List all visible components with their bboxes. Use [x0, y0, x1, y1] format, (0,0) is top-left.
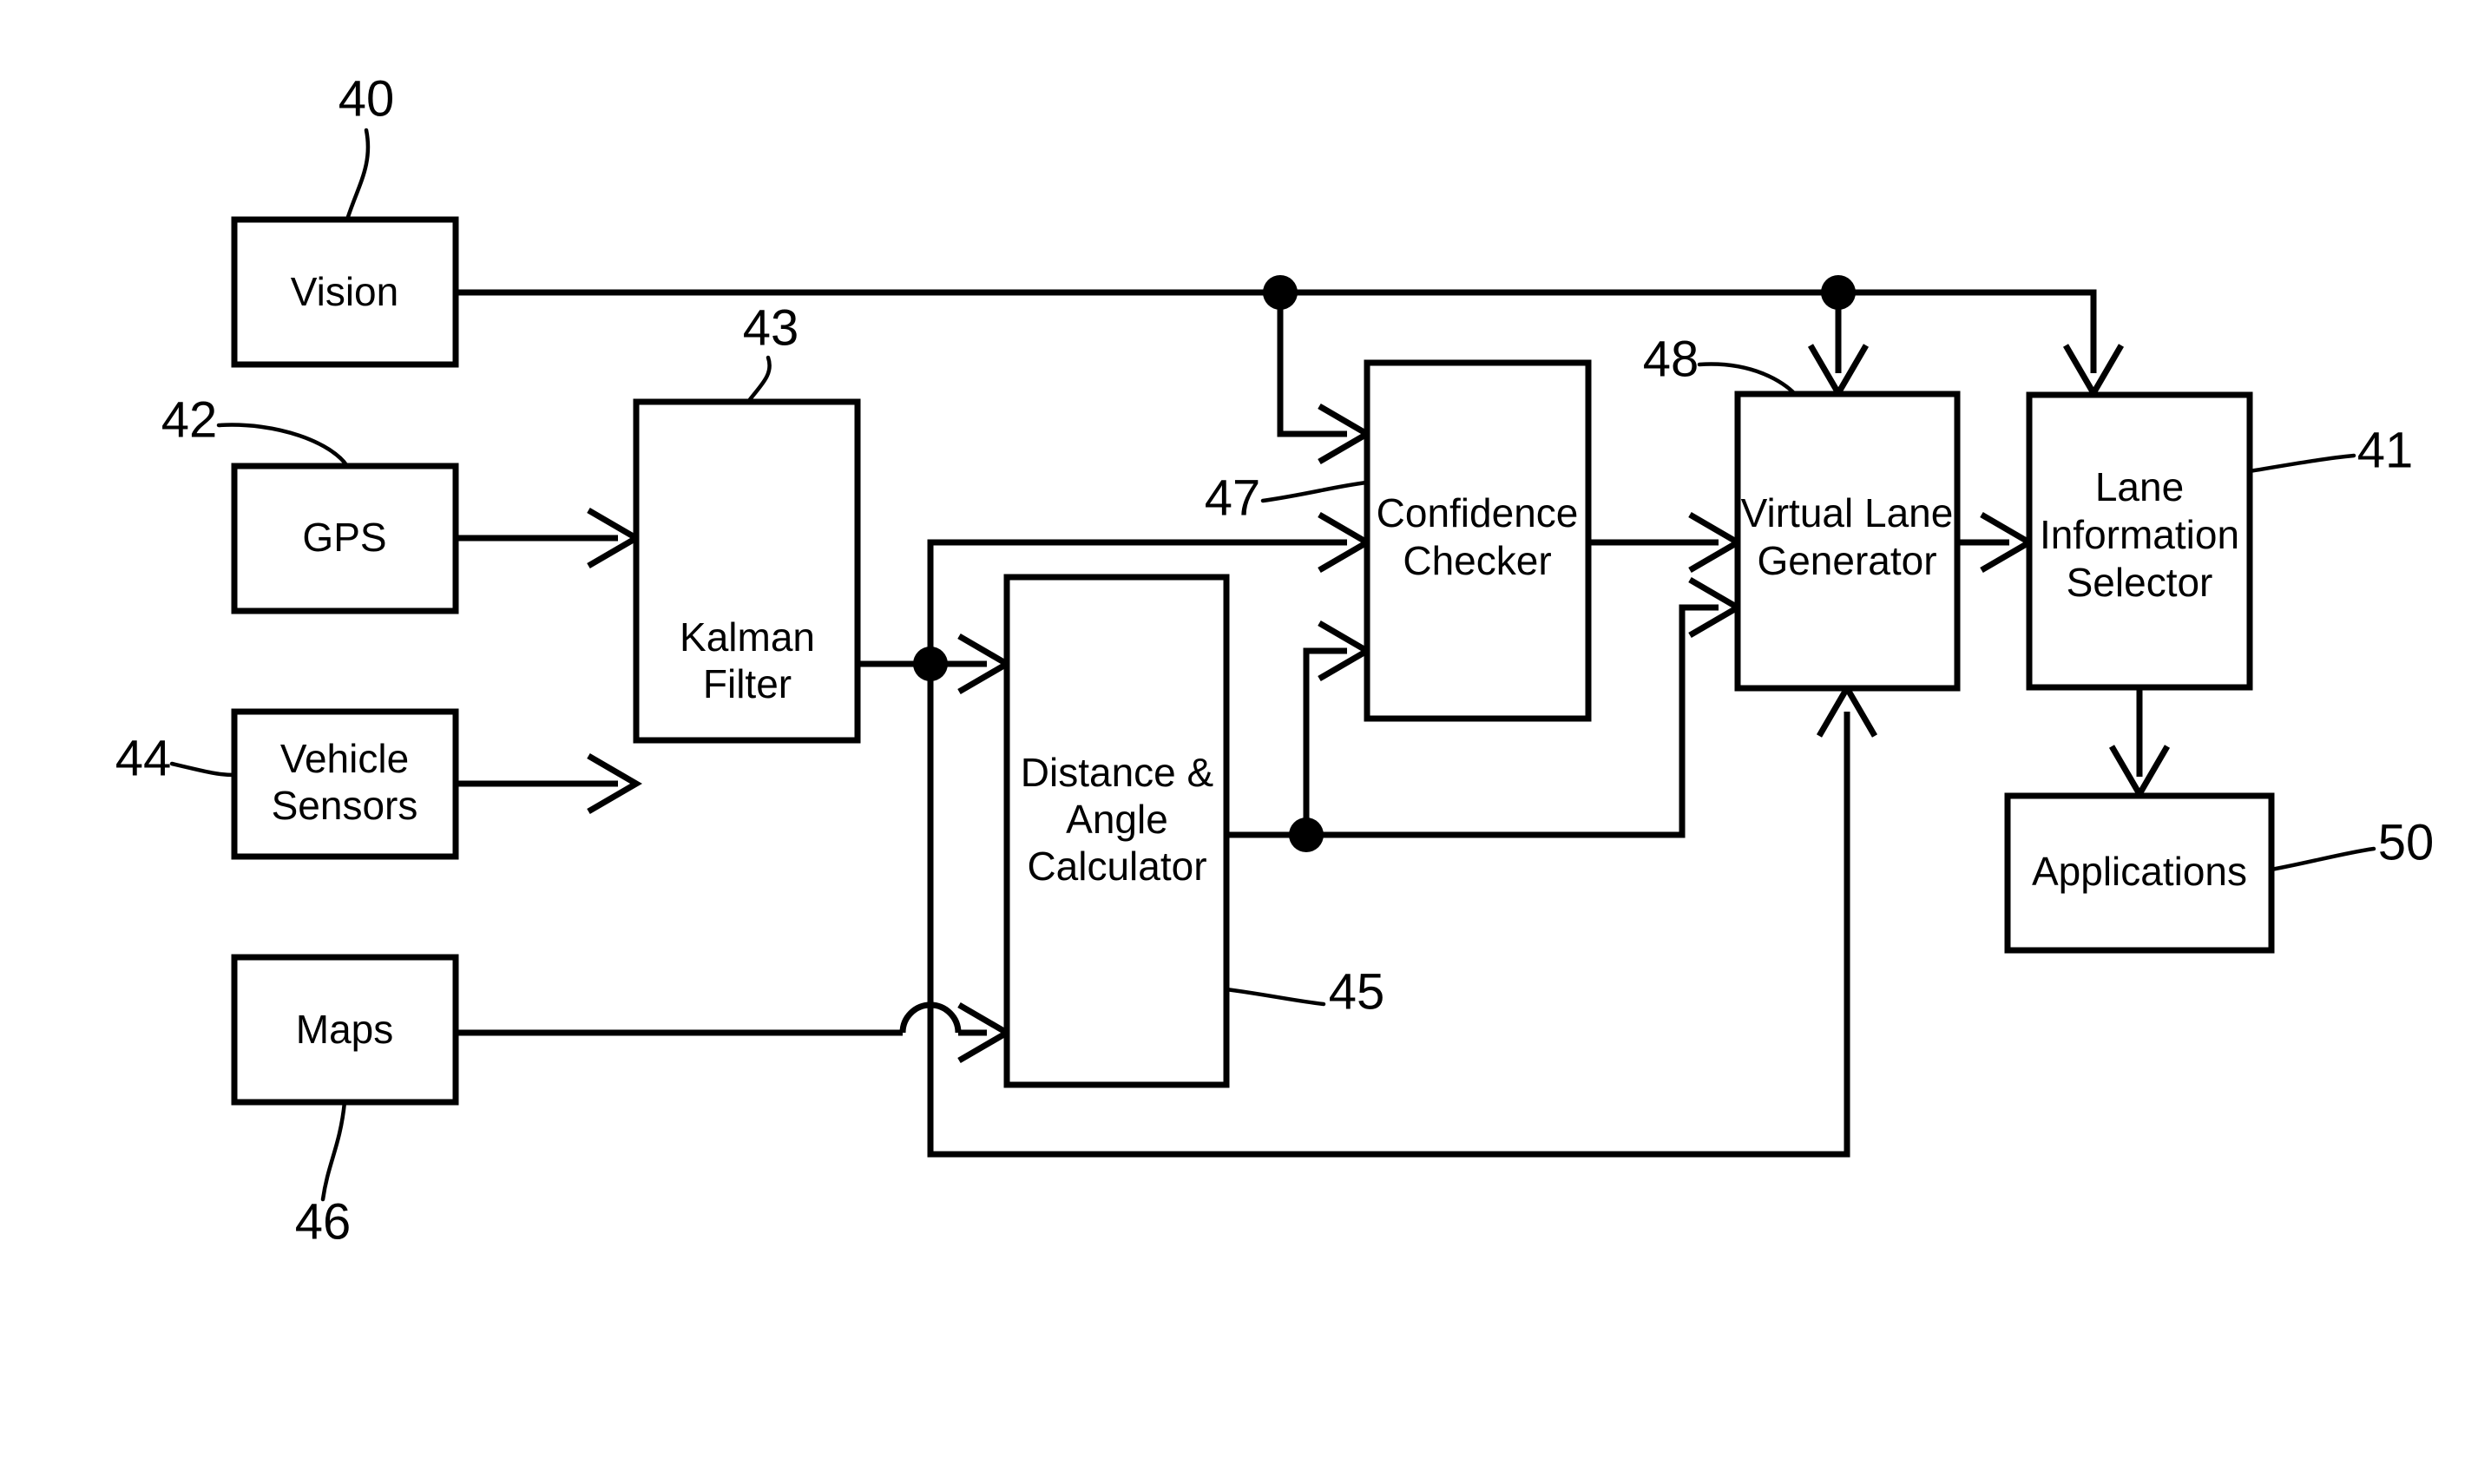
block-distance-angle-label-line2: Angle — [1066, 797, 1168, 842]
block-kalman-filter-label-line1: Kalman — [680, 614, 815, 660]
leader-line-44 — [169, 761, 237, 778]
leader-line-40 — [345, 128, 371, 222]
block-confidence-checker-label-line2: Checker — [1403, 538, 1551, 583]
ref-numeral-40: 40 — [338, 70, 395, 127]
block-vision-label: Vision — [291, 269, 398, 314]
leader-line-47 — [1260, 480, 1370, 503]
ref-numeral-44: 44 — [115, 730, 172, 786]
block-diagram-svg: Vision GPS Vehicle Sensors Maps Kalman F… — [115, 70, 2435, 1250]
block-vehicle-sensors-label-line2: Sensors — [272, 783, 418, 828]
leader-line-46 — [320, 1100, 347, 1202]
leader-line-41 — [2247, 453, 2356, 474]
patent-figure-canvas: Vision GPS Vehicle Sensors Maps Kalman F… — [0, 0, 2491, 1484]
block-distance-angle-label-line3: Calculator — [1027, 844, 1206, 889]
ref-numeral-42: 42 — [161, 391, 218, 448]
block-maps-label: Maps — [296, 1007, 393, 1052]
junction-dot-vision-confidence — [1263, 275, 1298, 310]
leader-line-50 — [2269, 846, 2376, 872]
block-virtual-lane-generator-label-line2: Generator — [1757, 538, 1936, 583]
ref-numeral-47: 47 — [1205, 469, 1261, 526]
junction-dot-vision-virtual-lane — [1821, 275, 1856, 310]
leader-line-45 — [1224, 987, 1326, 1007]
block-lane-info-selector-label-line1: Lane — [2095, 464, 2184, 509]
block-virtual-lane-generator-label-line1: Virtual Lane — [1741, 490, 1954, 535]
ref-numeral-50: 50 — [2378, 814, 2435, 870]
block-lane-info-selector-label-line3: Selector — [2067, 560, 2213, 605]
ref-numeral-48: 48 — [1643, 331, 1699, 387]
block-lane-info-selector-label-line2: Information — [2040, 512, 2239, 557]
ref-numeral-41: 41 — [2357, 422, 2414, 478]
block-layer: Vision GPS Vehicle Sensors Maps Kalman F… — [231, 216, 2275, 1106]
junction-dot-kalman-output — [913, 647, 948, 681]
block-confidence-checker-label-line1: Confidence — [1377, 490, 1579, 535]
block-distance-angle-label-line1: Distance & — [1021, 750, 1213, 795]
leader-line-48 — [1697, 362, 1798, 397]
wire-vision-to-confidence-checker — [1277, 292, 1347, 437]
wire-distance-angle-to-confidence-checker — [1303, 647, 1347, 835]
ref-numeral-43: 43 — [743, 299, 799, 356]
ref-numeral-46: 46 — [295, 1193, 352, 1250]
leader-line-43 — [746, 355, 772, 404]
block-kalman-filter-label-line2: Filter — [703, 661, 792, 706]
block-vehicle-sensors-label-line1: Vehicle — [280, 736, 409, 781]
junction-dot-distance-angle-output — [1289, 818, 1324, 852]
leader-line-42 — [216, 423, 350, 469]
block-applications-label: Applications — [2032, 849, 2247, 894]
block-gps-label: GPS — [302, 515, 386, 560]
ref-numeral-45: 45 — [1329, 963, 1385, 1020]
